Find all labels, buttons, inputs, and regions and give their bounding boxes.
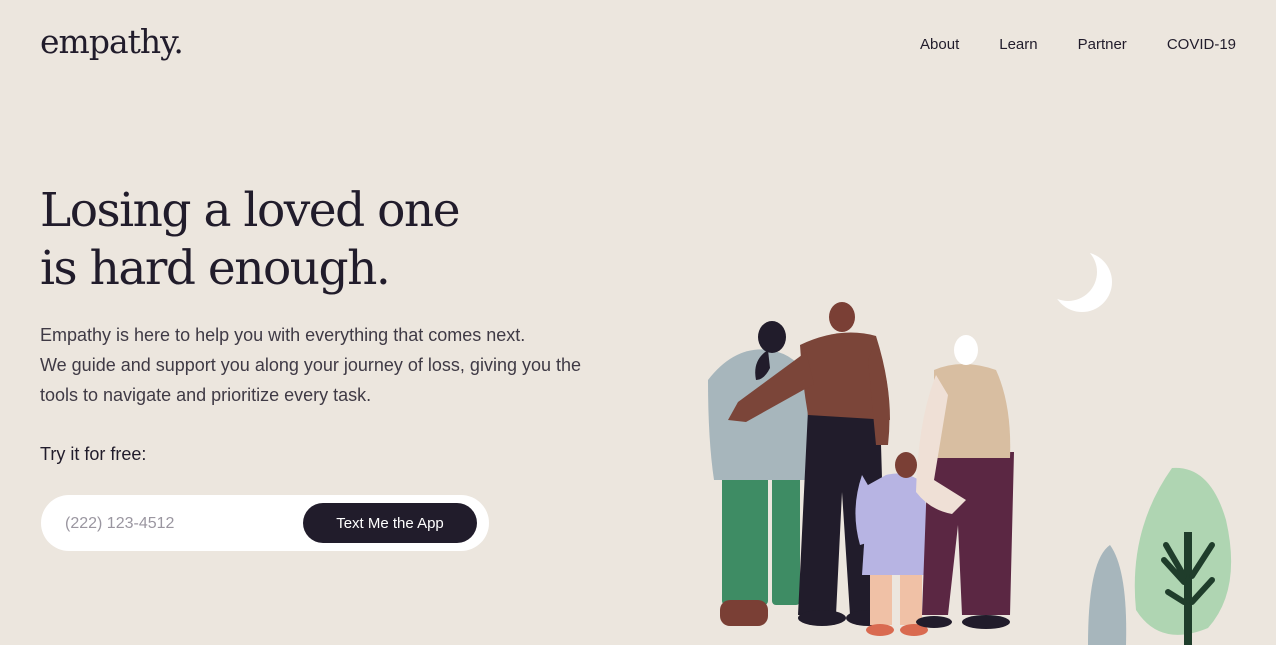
phone-input[interactable] (63, 507, 297, 541)
crescent-moon-icon (1039, 243, 1112, 312)
hero-description: Empathy is here to help you with everyth… (40, 320, 640, 410)
hero-description-line-2: We guide and support you along your jour… (40, 355, 582, 375)
hero-description-line-3: tools to navigate and prioritize every t… (40, 385, 372, 405)
text-me-app-button[interactable]: Text Me the App (303, 503, 477, 543)
person-right-icon (916, 335, 1014, 629)
signup-form: Text Me the App (41, 495, 489, 551)
hero-headline-line-2: is hard enough. (40, 241, 391, 296)
tree-icon (1134, 467, 1232, 645)
hero-description-line-1: Empathy is here to help you with everyth… (40, 325, 526, 345)
hero-headline-line-1: Losing a loved one (40, 183, 461, 238)
nav-learn[interactable]: Learn (999, 36, 1037, 53)
try-free-label: Try it for free: (40, 444, 147, 464)
nav-covid-19[interactable]: COVID-19 (1167, 36, 1236, 53)
logo[interactable]: empathy. (40, 22, 184, 62)
hero-headline: Losing a loved one is hard enough. (40, 182, 461, 298)
nav-partner[interactable]: Partner (1078, 36, 1127, 53)
nav-about[interactable]: About (920, 36, 959, 53)
family-group-illustration (708, 243, 1232, 645)
main-nav: About Learn Partner COVID-19 (920, 36, 1236, 53)
shrub-icon (1088, 545, 1127, 645)
